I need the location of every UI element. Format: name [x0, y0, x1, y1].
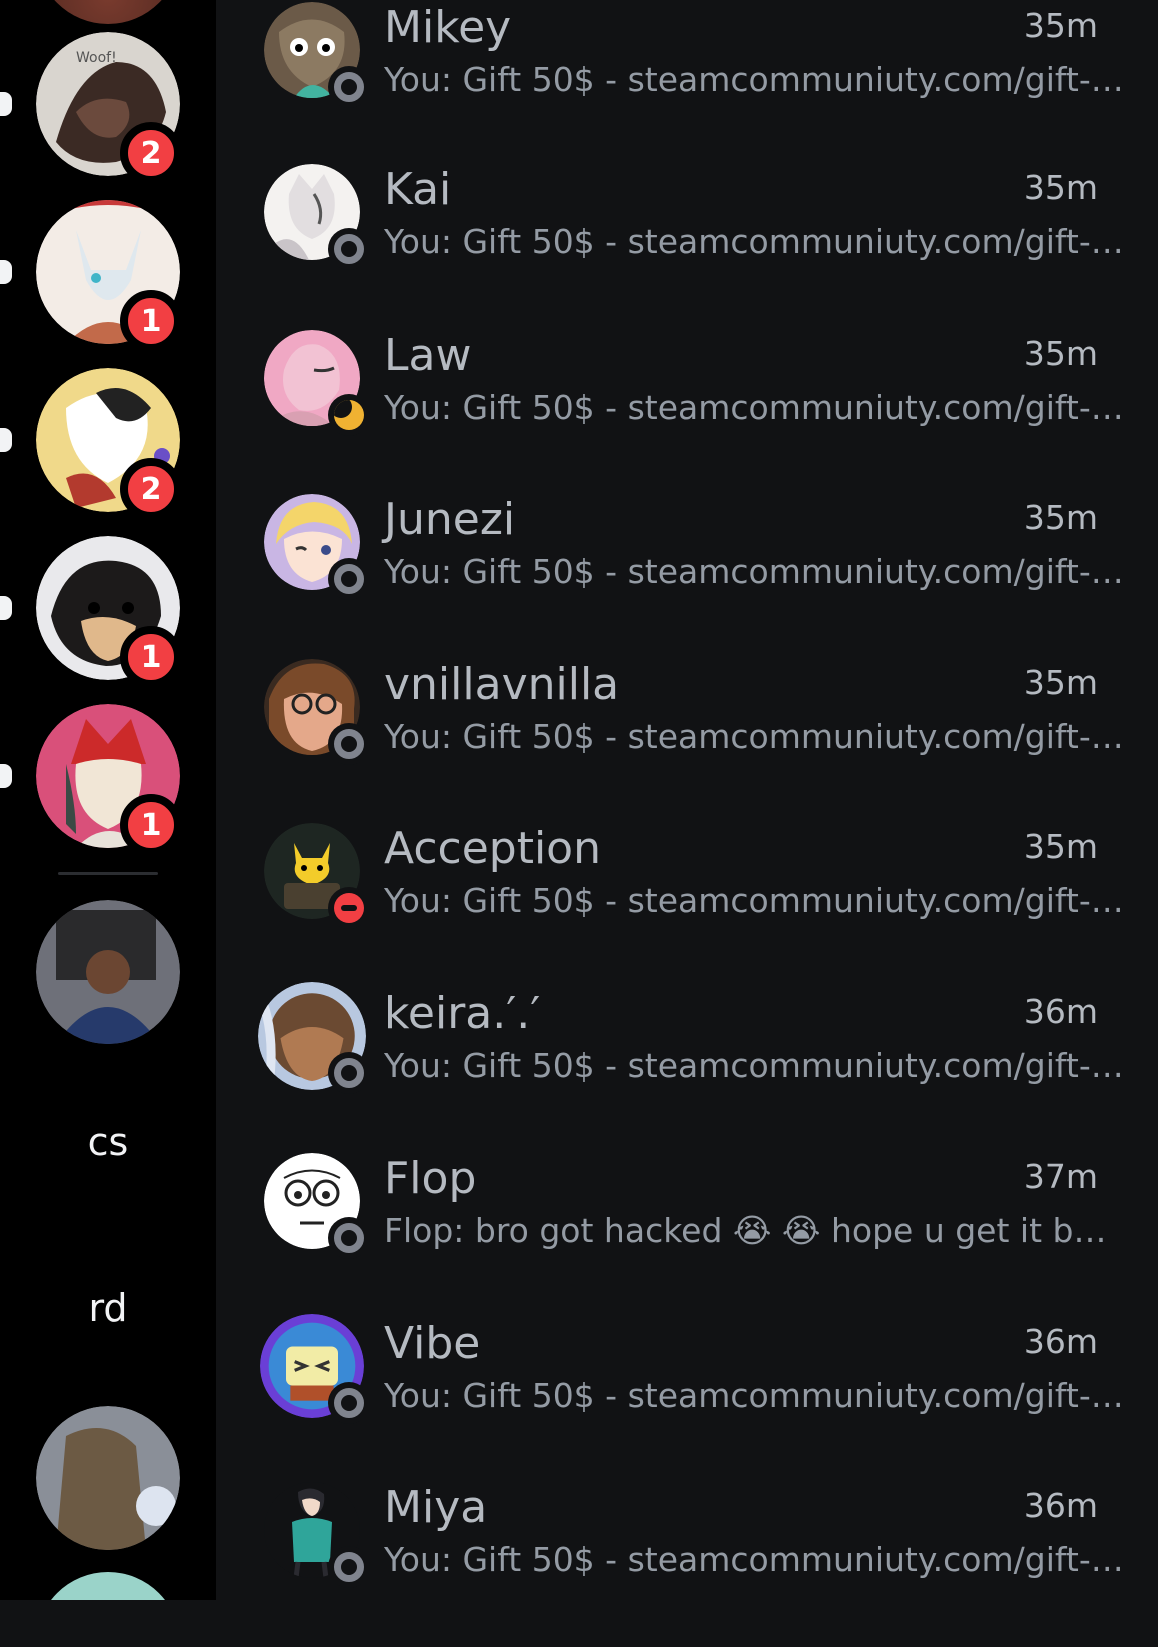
dm-preview: You: Gift 50$ - steamcommuniuty.com/gift… [384, 1540, 1124, 1579]
dm-preview: You: Gift 50$ - steamcommuniuty.com/gift… [384, 717, 1124, 756]
dm-name: Kai [384, 164, 452, 215]
dm-time: 35m [1023, 498, 1098, 537]
dm-row[interactable]: Mikey 35m You: Gift 50$ - steamcommuniut… [216, 2, 1158, 167]
dm-row[interactable]: Law 35m You: Gift 50$ - steamcommuniuty.… [216, 330, 1158, 495]
server-icon[interactable]: 1 [0, 200, 182, 352]
dm-preview: You: Gift 50$ - steamcommuniuty.com/gift… [384, 552, 1124, 591]
unread-badge: 1 [120, 794, 182, 856]
dnd-status-icon [328, 887, 370, 929]
dm-row[interactable]: Acception 35m You: Gift 50$ - steamcommu… [216, 823, 1158, 988]
dm-name: Acception [384, 823, 601, 874]
server-icon[interactable]: Woof! 2 [0, 32, 182, 184]
server-rail: Woof! 2 1 2 1 1 cs rd [0, 0, 216, 1600]
dm-name: Flop [384, 1153, 477, 1204]
svg-text:Woof!: Woof! [76, 50, 117, 66]
server-icon[interactable]: 1 [0, 704, 182, 856]
unread-indicator [0, 764, 12, 788]
offline-status-icon [328, 723, 370, 765]
unread-badge: 2 [120, 122, 182, 184]
server-icon[interactable]: 1 [0, 536, 182, 688]
dm-preview: You: Gift 50$ - steamcommuniuty.com/gift… [384, 1046, 1124, 1085]
dm-name: Mikey [384, 2, 512, 53]
dm-name: Law [384, 330, 472, 381]
unread-indicator [0, 428, 12, 452]
dm-name: Vibe [384, 1318, 481, 1369]
dm-row[interactable]: vnillavnilla 35m You: Gift 50$ - steamco… [216, 659, 1158, 824]
photo-server-icon [36, 900, 180, 1044]
server-icon[interactable] [36, 1572, 180, 1600]
dm-row[interactable]: Kai 35m You: Gift 50$ - steamcommuniuty.… [216, 164, 1158, 329]
offline-status-icon [328, 66, 370, 108]
offline-status-icon [328, 1217, 370, 1259]
server-icon[interactable] [36, 1406, 180, 1550]
dm-row[interactable]: Miya 36m You: Gift 50$ - steamcommuniuty… [216, 1482, 1158, 1647]
server-text-item[interactable]: cs [0, 1120, 216, 1164]
photo-server-icon [36, 1406, 180, 1550]
dm-time: 35m [1023, 6, 1098, 45]
offline-status-icon [328, 1382, 370, 1424]
offline-status-icon [328, 1052, 370, 1094]
offline-status-icon [328, 1546, 370, 1588]
dm-preview: You: Gift 50$ - steamcommuniuty.com/gift… [384, 388, 1124, 427]
dm-list: Mikey 35m You: Gift 50$ - steamcommuniut… [216, 0, 1158, 1600]
dm-time: 35m [1023, 168, 1098, 207]
dm-row[interactable]: keira.′.′ 36m You: Gift 50$ - steamcommu… [216, 982, 1158, 1153]
unread-badge: 2 [120, 458, 182, 520]
unread-badge: 1 [120, 626, 182, 688]
dm-preview: Flop: bro got hacked 😭 😭 hope u get it b… [384, 1211, 1124, 1250]
dm-preview: You: Gift 50$ - steamcommuniuty.com/gift… [384, 222, 1124, 261]
idle-status-icon [328, 394, 370, 436]
dm-time: 36m [1023, 1486, 1098, 1525]
dm-time: 37m [1023, 1157, 1098, 1196]
dm-name: Junezi [384, 494, 516, 545]
unread-indicator [0, 260, 12, 284]
rail-separator [58, 872, 158, 875]
server-icon[interactable] [36, 900, 180, 1044]
dm-time: 36m [1023, 1322, 1098, 1361]
dm-name: vnillavnilla [384, 659, 620, 710]
dm-time: 35m [1023, 827, 1098, 866]
unread-indicator [0, 92, 12, 116]
dm-name: Miya [384, 1482, 488, 1533]
dm-preview: You: Gift 50$ - steamcommuniuty.com/gift… [384, 881, 1124, 920]
dm-time: 36m [1023, 992, 1098, 1031]
dm-name: keira.′.′ [384, 988, 541, 1039]
dm-row[interactable]: Vibe 36m You: Gift 50$ - steamcommuniuty… [216, 1314, 1158, 1483]
server-icon[interactable] [36, 0, 180, 24]
offline-status-icon [328, 228, 370, 270]
dm-row[interactable]: Flop 37m Flop: bro got hacked 😭 😭 hope u… [216, 1153, 1158, 1318]
server-text-item[interactable]: rd [0, 1286, 216, 1330]
unread-badge: 1 [120, 290, 182, 352]
dm-preview: You: Gift 50$ - steamcommuniuty.com/gift… [384, 60, 1124, 99]
offline-status-icon [328, 558, 370, 600]
dm-time: 35m [1023, 663, 1098, 702]
unread-indicator [0, 596, 12, 620]
server-icon[interactable]: 2 [0, 368, 182, 520]
dm-preview: You: Gift 50$ - steamcommuniuty.com/gift… [384, 1376, 1124, 1415]
dm-row[interactable]: Junezi 35m You: Gift 50$ - steamcommuniu… [216, 494, 1158, 659]
dm-time: 35m [1023, 334, 1098, 373]
